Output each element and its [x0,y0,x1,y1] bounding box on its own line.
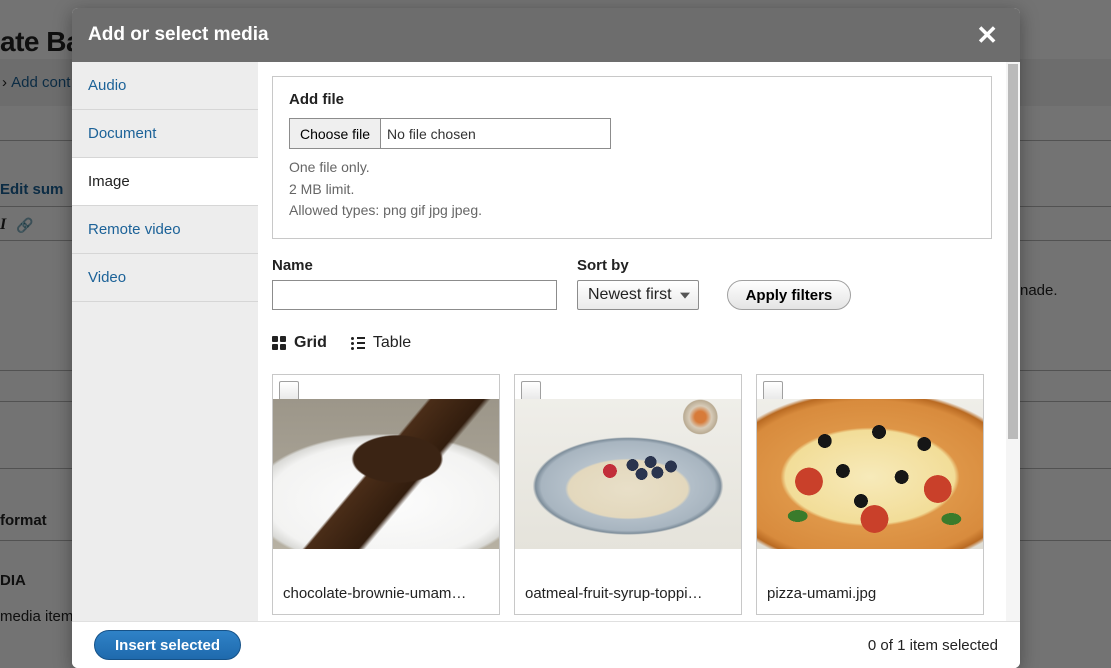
apply-filters-button[interactable]: Apply filters [727,280,852,310]
view-table-label: Table [373,334,411,352]
sidebar-item-video[interactable]: Video [72,254,258,302]
close-icon[interactable]: ✕ [976,22,998,48]
sidebar-item-remote-video[interactable]: Remote video [72,206,258,254]
media-checkbox[interactable] [521,381,541,401]
choose-file-button[interactable]: Choose file [290,119,381,148]
scrollbar[interactable] [1006,62,1020,621]
media-thumbnail [515,399,741,549]
sidebar-item-image[interactable]: Image [72,158,258,206]
add-file-section: Add file Choose file No file chosen One … [272,76,992,239]
name-filter-label: Name [272,257,557,274]
media-type-sidebar: Audio Document Image Remote video Video [72,62,258,621]
selection-count: 0 of 1 item selected [868,637,998,654]
file-input[interactable]: Choose file No file chosen [289,118,611,149]
media-checkbox[interactable] [763,381,783,401]
sort-by-label: Sort by [577,257,699,274]
scrollbar-thumb[interactable] [1008,64,1018,439]
modal-footer: Insert selected 0 of 1 item selected [72,621,1020,668]
modal-main: Add file Choose file No file chosen One … [258,62,1020,621]
media-filename: oatmeal-fruit-syrup-toppi… [515,575,741,614]
media-checkbox[interactable] [279,381,299,401]
modal-header: Add or select media ✕ [72,8,1020,62]
sidebar-item-document[interactable]: Document [72,110,258,158]
chevron-down-icon [680,293,690,299]
sort-by-select[interactable]: Newest first [577,280,699,310]
media-grid: chocolate-brownie-umam… oatmeal-fruit-sy… [272,374,992,615]
view-switch: Grid Table [272,334,992,352]
media-thumbnail [757,399,983,549]
media-card[interactable]: chocolate-brownie-umam… [272,374,500,615]
media-modal: Add or select media ✕ Audio Document Ima… [72,8,1020,668]
media-thumbnail [273,399,499,549]
no-file-chosen-text: No file chosen [381,126,476,142]
sort-by-value: Newest first [588,286,672,304]
media-card[interactable]: pizza-umami.jpg [756,374,984,615]
add-file-label: Add file [289,91,975,108]
sidebar-item-audio[interactable]: Audio [72,62,258,110]
view-grid-label: Grid [294,334,327,352]
media-filename: pizza-umami.jpg [757,575,983,614]
file-help-text: One file only. 2 MB limit. Allowed types… [289,157,975,222]
list-icon [351,337,365,350]
media-card[interactable]: oatmeal-fruit-syrup-toppi… [514,374,742,615]
media-filename: chocolate-brownie-umam… [273,575,499,614]
grid-icon [272,336,286,350]
view-table[interactable]: Table [351,334,411,352]
view-grid[interactable]: Grid [272,334,327,352]
insert-selected-button[interactable]: Insert selected [94,630,241,660]
name-filter-input[interactable] [272,280,557,310]
modal-title: Add or select media [88,24,269,46]
filter-row: Name Sort by Newest first Apply filters [272,257,992,310]
